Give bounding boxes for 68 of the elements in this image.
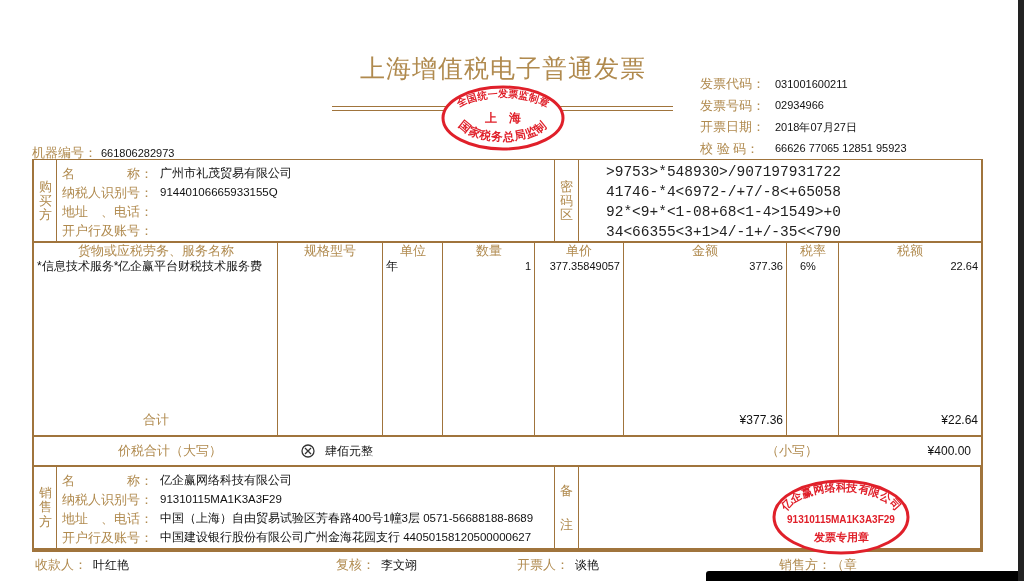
field-value: 661806282973 (101, 146, 175, 161)
circled-x-icon (301, 444, 315, 458)
field-label: 价税合计（大写） (117, 442, 223, 461)
column-header: 货物或应税劳务、服务名称 (76, 243, 235, 259)
column-header: 数量 (474, 243, 503, 259)
field-value: 02934966 (775, 98, 824, 113)
cipher-line: >9753>*548930>/907197931722 (606, 163, 842, 182)
side-label: 备注 (560, 481, 573, 534)
field-value: 91310115MA1K3A3F29 (160, 491, 282, 507)
field-label: 名 称： (62, 471, 154, 490)
column-header: 金额 (691, 243, 719, 259)
field-label: 地址 、电话： (62, 509, 154, 528)
column-header: 税额 (896, 243, 924, 259)
table-cell-text: 年 (386, 259, 399, 273)
field-label: 发票代码： (700, 75, 766, 93)
field-value: 亿企赢网络科技有限公司 (160, 472, 292, 488)
amount-in-figures: ¥400.00 (927, 443, 971, 460)
column-header: 单位 (398, 243, 427, 259)
stamp-text: 全国统一发票监制章 (455, 88, 551, 109)
field-label: 地址 、电话： (62, 202, 154, 221)
total-tax: ¥22.64 (940, 412, 978, 429)
field-value: 66626 77065 12851 95923 (775, 141, 907, 156)
cipher-line: 34<66355<3+1>4/-1+/-35<<790 (606, 223, 842, 242)
field-label: 纳税人识别号： (62, 183, 154, 202)
table-cell-text: 377.35849057 (548, 259, 620, 273)
side-label: 销售方 (38, 486, 52, 529)
column-header: 单价 (565, 243, 593, 259)
table-cell-text: 22.64 (949, 259, 978, 273)
stamp-text: 发票专用章 (813, 531, 869, 543)
column-header: 税率 (798, 243, 827, 259)
field-label: 机器编号： (32, 144, 97, 162)
field-label: 收款人： (35, 556, 87, 574)
stamp-text: 91310115MA1K3A3F29 (787, 514, 895, 525)
field-label: 发票号码： (700, 96, 766, 115)
field-value: 叶红艳 (93, 556, 129, 574)
table-cell-text: 6% (799, 259, 817, 273)
field-value: 李文翊 (381, 556, 417, 574)
total-amount: ¥377.36 (738, 412, 783, 429)
column-header: 规格型号 (303, 243, 357, 259)
table-cell-text: 377.36 (748, 259, 783, 273)
field-value: 谈艳 (575, 556, 599, 574)
field-value: 031001600211 (775, 76, 848, 92)
stamp-text: 亿企赢网络科技有限公司 (778, 481, 904, 513)
scrollbar[interactable] (1018, 0, 1024, 581)
cipher-line: 92*<9+*<1-08+68<1-4>1549>+0 (606, 203, 842, 222)
field-label: （小写） (765, 442, 818, 461)
field-label: 开票日期： (700, 118, 766, 136)
side-label: 购买方 (38, 179, 52, 223)
side-label: 密码区 (560, 179, 573, 223)
cipher-line: 41746-*4<6972-/+7/-8<+65058 (606, 183, 842, 202)
field-label: 开户行及账号： (62, 221, 154, 240)
field-value: 2018年07月27日 (775, 119, 857, 135)
field-label: 销售方：（章 (779, 556, 857, 574)
field-value: 广州市礼茂贸易有限公司 (160, 165, 292, 181)
table-cell-text: 1 (523, 259, 531, 273)
invoice-title: 上海增值税电子普通发票 (359, 53, 646, 84)
field-label: 名 称： (62, 164, 154, 183)
total-label: 合计 (141, 410, 170, 429)
field-label: 开户行及账号： (62, 528, 154, 547)
table-cell-text: *信息技术服务*亿企赢平台财税技术服务费 (37, 259, 264, 273)
field-label: 校 验 码： (700, 139, 761, 158)
field-value: 中国建设银行股份有限公司广州金海花园支行 44050158120500000627 (160, 529, 532, 545)
field-label: 纳税人识别号： (62, 490, 154, 509)
field-value: 91440106665933155Q (160, 184, 278, 200)
amount-in-words: 肆佰元整 (325, 443, 373, 460)
field-label: 开票人： (517, 556, 569, 574)
field-value: 中国（上海）自由贸易试验区芳春路400号1幢3层 0571-56688188-8689 (160, 510, 534, 526)
field-label: 复核： (336, 556, 375, 574)
